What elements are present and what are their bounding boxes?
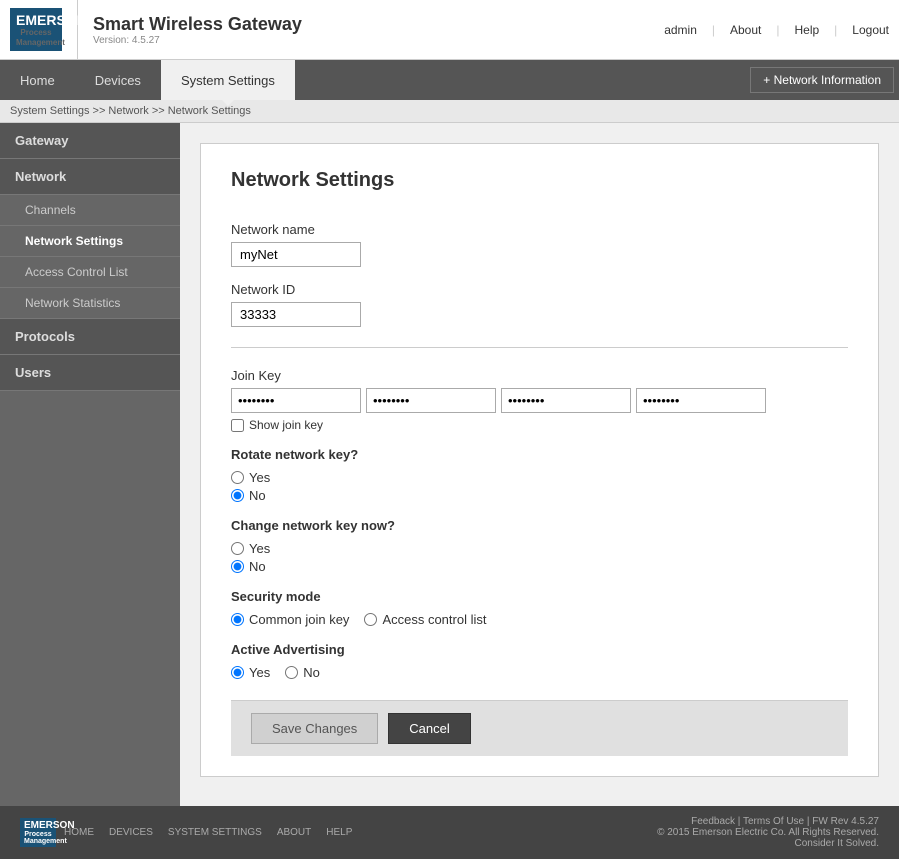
main-navbar: Home Devices System Settings + Network I…	[0, 60, 899, 100]
cancel-button[interactable]: Cancel	[388, 713, 470, 744]
change-key-label: Change network key now?	[231, 518, 848, 533]
network-id-group: Network ID	[231, 282, 848, 327]
network-info-button[interactable]: + Network Information	[750, 67, 894, 93]
breadcrumb: System Settings >> Network >> Network Se…	[0, 100, 899, 123]
content-panel: Network Settings Network name Network ID…	[200, 143, 879, 777]
network-id-label: Network ID	[231, 282, 848, 297]
rotate-no-row: No	[231, 488, 848, 503]
logo-area: EMERSON Process Management	[10, 0, 78, 59]
show-join-key-label[interactable]: Show join key	[249, 418, 323, 432]
nav-devices[interactable]: Devices	[75, 60, 161, 100]
sidebar-item-network-statistics[interactable]: Network Statistics	[0, 288, 180, 319]
header-user: admin	[664, 23, 697, 37]
rotate-no-label[interactable]: No	[249, 488, 266, 503]
change-key-group: Change network key now? Yes No	[231, 518, 848, 574]
sidebar-protocols-title[interactable]: Protocols	[0, 319, 180, 355]
active-advertising-group: Active Advertising Yes No	[231, 642, 848, 680]
emerson-logo: EMERSON Process Management	[10, 8, 62, 52]
network-name-input[interactable]	[231, 242, 361, 267]
footer-terms-link[interactable]: Terms Of Use	[743, 816, 804, 827]
rotate-yes-radio[interactable]	[231, 471, 244, 484]
security-common-option: Common join key	[231, 612, 349, 627]
join-key-input-1[interactable]	[231, 388, 361, 413]
header-help-link[interactable]: Help	[794, 23, 819, 37]
show-join-key-row: Show join key	[231, 418, 848, 432]
network-id-input[interactable]	[231, 302, 361, 327]
header-about-link[interactable]: About	[730, 23, 761, 37]
rotate-key-label: Rotate network key?	[231, 447, 848, 462]
change-yes-label[interactable]: Yes	[249, 541, 270, 556]
change-yes-row: Yes	[231, 541, 848, 556]
sidebar-network-title[interactable]: Network	[0, 159, 180, 195]
sidebar-gateway-title[interactable]: Gateway	[0, 123, 180, 159]
adv-yes-option: Yes	[231, 665, 270, 680]
nav-system-settings[interactable]: System Settings	[161, 60, 295, 100]
adv-yes-radio[interactable]	[231, 666, 244, 679]
rotate-no-radio[interactable]	[231, 489, 244, 502]
app-version: Version: 4.5.27	[93, 35, 302, 46]
footer-feedback-terms: Feedback | Terms Of Use | FW Rev 4.5.27	[657, 816, 879, 827]
rotate-key-radio-group: Yes No	[231, 470, 848, 503]
app-title-area: Smart Wireless Gateway Version: 4.5.27	[93, 14, 302, 46]
footer-tagline: Consider It Solved.	[657, 838, 879, 849]
security-acl-option: Access control list	[364, 612, 486, 627]
sidebar-section-users[interactable]: Users	[0, 355, 180, 391]
button-row: Save Changes Cancel	[231, 700, 848, 756]
security-mode-label: Security mode	[231, 589, 848, 604]
sidebar: Gateway Network Channels Network Setting…	[0, 123, 180, 806]
footer-feedback-link[interactable]: Feedback	[691, 816, 735, 827]
rotate-key-group: Rotate network key? Yes No	[231, 447, 848, 503]
security-mode-row: Common join key Access control list	[231, 612, 848, 627]
active-advertising-label: Active Advertising	[231, 642, 848, 657]
rotate-yes-label[interactable]: Yes	[249, 470, 270, 485]
adv-no-label[interactable]: No	[303, 665, 320, 680]
security-acl-label[interactable]: Access control list	[382, 612, 486, 627]
join-key-input-3[interactable]	[501, 388, 631, 413]
change-no-row: No	[231, 559, 848, 574]
join-key-group: Join Key Show join key	[231, 368, 848, 432]
panel-title: Network Settings	[231, 169, 848, 202]
form-divider	[231, 347, 848, 348]
layout: Gateway Network Channels Network Setting…	[0, 123, 899, 806]
join-key-label: Join Key	[231, 368, 848, 383]
adv-no-option: No	[285, 665, 320, 680]
sidebar-item-access-control[interactable]: Access Control List	[0, 257, 180, 288]
show-join-key-checkbox[interactable]	[231, 419, 244, 432]
rotate-yes-row: Yes	[231, 470, 848, 485]
security-common-label[interactable]: Common join key	[249, 612, 349, 627]
sidebar-users-title[interactable]: Users	[0, 355, 180, 391]
join-key-row	[231, 388, 848, 413]
nav-home[interactable]: Home	[0, 60, 75, 100]
app-title: Smart Wireless Gateway	[93, 14, 302, 35]
network-name-label: Network name	[231, 222, 848, 237]
sidebar-item-channels[interactable]: Channels	[0, 195, 180, 226]
join-key-input-4[interactable]	[636, 388, 766, 413]
change-no-radio[interactable]	[231, 560, 244, 573]
security-common-radio[interactable]	[231, 613, 244, 626]
adv-no-radio[interactable]	[285, 666, 298, 679]
sidebar-section-protocols[interactable]: Protocols	[0, 319, 180, 355]
change-key-radio-group: Yes No	[231, 541, 848, 574]
header-logout-link[interactable]: Logout	[852, 23, 889, 37]
save-button[interactable]: Save Changes	[251, 713, 378, 744]
sidebar-section-network: Network Channels Network Settings Access…	[0, 159, 180, 319]
header-nav: admin | About | Help | Logout	[664, 23, 889, 37]
advertising-row: Yes No	[231, 665, 848, 680]
network-name-group: Network name	[231, 222, 848, 267]
change-yes-radio[interactable]	[231, 542, 244, 555]
sidebar-item-network-settings[interactable]: Network Settings	[0, 226, 180, 257]
join-key-input-2[interactable]	[366, 388, 496, 413]
adv-yes-label[interactable]: Yes	[249, 665, 270, 680]
security-mode-group: Security mode Common join key Access con…	[231, 589, 848, 627]
header: EMERSON Process Management Smart Wireles…	[0, 0, 899, 60]
main-content: Network Settings Network name Network ID…	[180, 123, 899, 806]
change-no-label[interactable]: No	[249, 559, 266, 574]
security-acl-radio[interactable]	[364, 613, 377, 626]
sidebar-section-gateway[interactable]: Gateway	[0, 123, 180, 159]
footer-fw-version: FW Rev 4.5.27	[812, 816, 879, 827]
